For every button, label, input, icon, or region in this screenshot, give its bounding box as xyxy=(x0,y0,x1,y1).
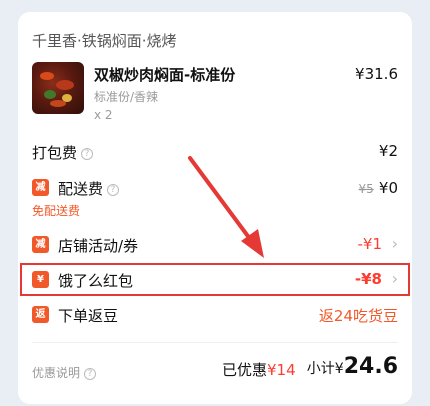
annotation-arrow-icon xyxy=(188,156,264,258)
